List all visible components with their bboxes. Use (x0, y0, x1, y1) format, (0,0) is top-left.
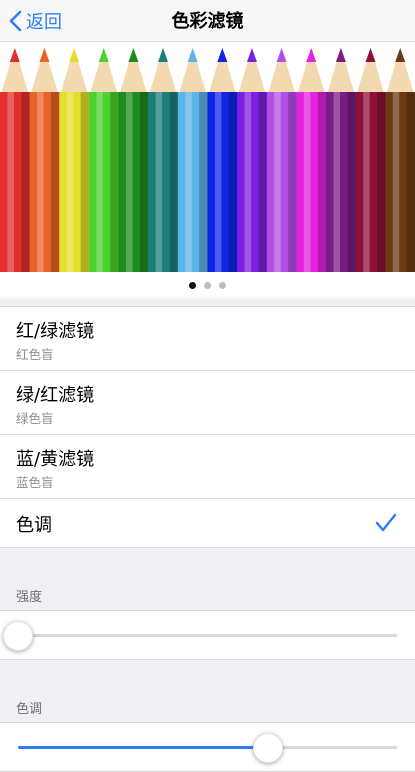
filter-title: 绿/红滤镜 (16, 385, 95, 406)
navigation-bar: 返回 色彩滤镜 (0, 0, 415, 42)
filter-title: 色调 (16, 515, 52, 536)
page-dot[interactable] (204, 281, 211, 289)
filter-row[interactable]: 蓝/黄滤镜蓝色盲 (0, 435, 415, 499)
pencil (177, 48, 208, 272)
pencil (88, 48, 120, 272)
intensity-slider-cell (0, 610, 415, 660)
filter-row[interactable]: 绿/红滤镜绿色盲 (0, 371, 415, 435)
pencil (59, 48, 90, 272)
hue-slider-cell (0, 722, 415, 772)
hue-slider-fill (18, 746, 269, 749)
filter-list: 红/绿滤镜红色盲绿/红滤镜绿色盲蓝/黄滤镜蓝色盲色调 (0, 306, 415, 548)
hue-section-label: 色调 (16, 702, 43, 717)
pencil (148, 48, 179, 272)
pencil (118, 48, 149, 272)
colored-pencils-image (0, 48, 415, 272)
filter-row[interactable]: 色调 (0, 499, 415, 547)
filter-title: 红/绿滤镜 (16, 321, 95, 342)
filter-subtitle: 绿色盲 (16, 411, 54, 426)
pencil (296, 48, 327, 272)
hue-slider-thumb[interactable] (253, 733, 284, 763)
pencil (29, 48, 60, 272)
filter-row[interactable]: 红/绿滤镜红色盲 (0, 307, 415, 371)
filter-subtitle: 红色盲 (16, 347, 54, 362)
filter-subtitle: 蓝色盲 (16, 475, 54, 490)
pencil (355, 48, 386, 272)
intensity-section-label: 强度 (16, 590, 43, 605)
pencil (385, 48, 415, 272)
pencil (326, 48, 357, 272)
pencil-preview-image[interactable] (0, 42, 415, 272)
intensity-slider-track[interactable] (3, 621, 397, 651)
checkmark-icon (375, 513, 397, 532)
pencil (266, 48, 297, 272)
page-title: 色彩滤镜 (171, 11, 244, 32)
page-dot[interactable] (189, 281, 196, 289)
pencil (0, 48, 31, 272)
filter-title: 蓝/黄滤镜 (16, 449, 95, 470)
page-dot[interactable] (219, 281, 226, 289)
page-indicator[interactable] (0, 272, 415, 298)
pencil (207, 48, 238, 272)
hue-slider-track[interactable] (18, 733, 397, 763)
pencil (237, 48, 268, 272)
intensity-slider-thumb[interactable] (3, 621, 33, 651)
